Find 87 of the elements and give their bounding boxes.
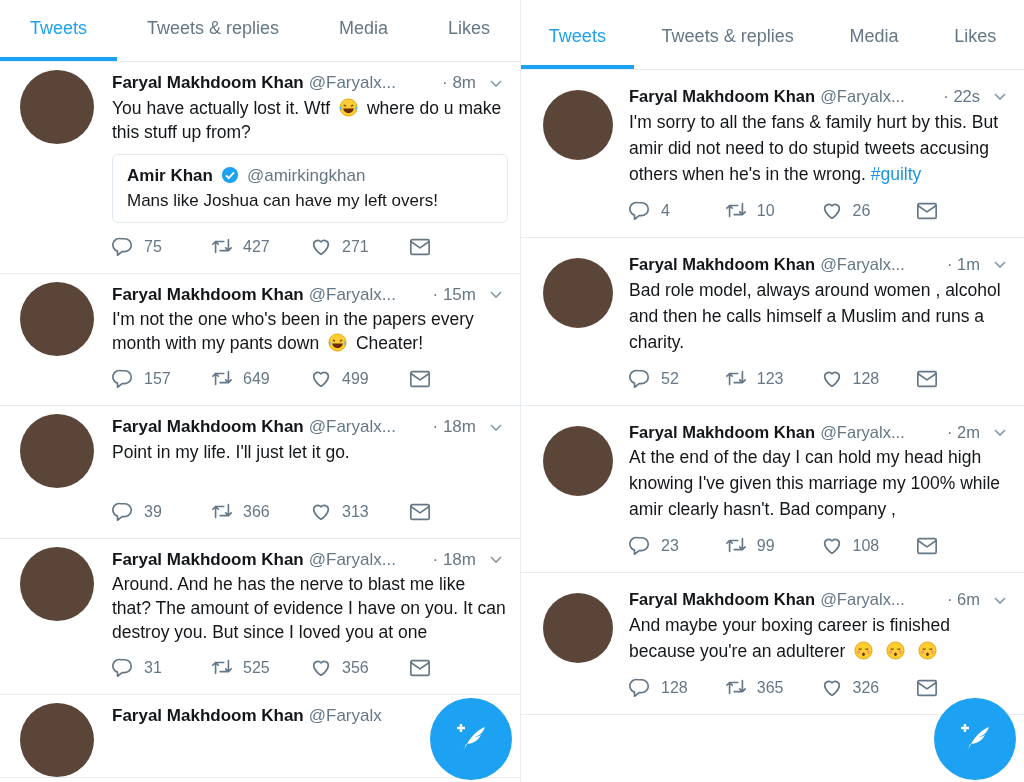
timestamp: · 2m (947, 421, 980, 443)
reply-button[interactable]: 31 (112, 656, 211, 680)
reply-button[interactable]: 75 (112, 234, 211, 259)
retweet-button[interactable]: 525 (211, 656, 310, 680)
author-name: Faryal Makhdoom Khan (112, 283, 304, 306)
tweet-text: I'm not the one who's been in the papers every month with my pants down Cheater! (112, 308, 475, 355)
envelope-icon (916, 677, 939, 699)
retweet-button[interactable]: 427 (211, 234, 310, 259)
like-button[interactable]: 128 (820, 366, 917, 391)
timestamp: · 15m (432, 283, 476, 306)
timestamp: · 18m (432, 416, 476, 438)
reply-button[interactable]: 157 (112, 367, 211, 391)
speech-bubble-icon (112, 235, 134, 258)
envelope-icon (409, 368, 431, 390)
quoted-tweet-card[interactable]: Amir Khan @amirkingkhan Mans like Joshua can have my left overs! (112, 153, 508, 223)
tweet-text: You have actually lost it. Wtf where do u make this stuff up from? (112, 96, 503, 144)
timestamp: · 1m (947, 253, 980, 275)
reply-button[interactable]: 52 (629, 366, 725, 391)
laughing-face-icon (328, 333, 348, 352)
tab[interactable]: Likes (418, 0, 520, 61)
like-button[interactable]: 108 (820, 534, 917, 559)
reply-button[interactable]: 128 (629, 676, 725, 700)
tab[interactable]: Tweets (521, 8, 634, 69)
author-handle: @Faryalx... (820, 86, 905, 107)
tweet-text: I'm sorry to all the fans & family hurt by this. But amir did not need to do stupid tweets accusing others when he's in the wrong. #guilty (629, 110, 1000, 186)
author-name: Faryal Makhdoom Khan (112, 72, 304, 94)
quoted-author-handle: @amirkingkhan (246, 164, 366, 187)
author-handle: @Faryalx... (820, 253, 905, 275)
tweet-text: At the end of the day I can hold my head high knowing I've given this marriage my 100% while amir clearly hasn't. Bad company , (629, 446, 1001, 522)
timestamp: · 6m (947, 589, 980, 611)
kissing-face-icon (854, 641, 874, 660)
like-button[interactable]: 26 (820, 198, 917, 223)
timestamp: · 22s (943, 86, 980, 107)
speech-bubble-icon (629, 367, 651, 390)
author-handle: @Faryalx... (820, 589, 905, 611)
reply-button[interactable]: 4 (629, 198, 725, 223)
tweet-text: Around. And he has the nerve to blast me like that? The amount of evidence I have on you. It can destroy you. But since I loved you at one (112, 573, 507, 644)
author-handle: @Faryalx... (308, 416, 396, 438)
timestamp: · 18m (432, 548, 476, 571)
speech-bubble-icon (629, 677, 651, 699)
author-name: Faryal Makhdoom Khan (112, 416, 304, 438)
tweet-text: And maybe your boxing career is finished because you're an adulterer (629, 614, 951, 663)
reply-button[interactable]: 39 (112, 499, 211, 524)
author-handle: @Faryalx... (308, 283, 396, 306)
author-name: Faryal Makhdoom Khan (629, 86, 816, 107)
speech-bubble-icon (112, 657, 134, 679)
quoted-tweet-text: Mans like Joshua can have my left overs! (127, 190, 439, 212)
like-button[interactable]: 499 (310, 367, 409, 391)
speech-bubble-icon (629, 199, 651, 222)
like-button[interactable]: 326 (820, 676, 917, 700)
retweet-button[interactable]: 10 (724, 198, 821, 223)
kissing-face-icon (918, 641, 938, 660)
hashtag-link[interactable]: #guilty (870, 163, 922, 184)
quoted-author-name: Amir Khan (127, 164, 213, 187)
tab[interactable]: Tweets & replies (117, 0, 310, 61)
retweet-button[interactable]: 123 (724, 366, 821, 391)
tab[interactable]: Likes (926, 8, 1024, 69)
author-name: Faryal Makhdoom Khan (112, 705, 304, 727)
timestamp: · 8m (442, 72, 476, 94)
author-handle: @Faryalx... (308, 72, 396, 94)
retweet-button[interactable]: 366 (211, 499, 310, 524)
reply-button[interactable]: 23 (629, 534, 725, 559)
tab[interactable]: Media (309, 0, 419, 61)
laughing-face-icon (339, 97, 359, 117)
tweet-text: Point in my life. I'll just let it go. (112, 440, 351, 464)
tab[interactable]: Media (821, 8, 927, 69)
author-handle: @Faryalx (308, 705, 382, 727)
tab[interactable]: Tweets (0, 0, 117, 61)
tab[interactable]: Tweets & replies (633, 8, 822, 69)
retweet-button[interactable]: 649 (211, 367, 310, 391)
author-name: Faryal Makhdoom Khan (629, 421, 816, 443)
like-button[interactable]: 356 (310, 656, 409, 680)
author-name: Faryal Makhdoom Khan (629, 589, 816, 611)
envelope-icon (409, 657, 431, 679)
author-handle: @Faryalx... (308, 548, 396, 571)
retweet-button[interactable]: 99 (724, 534, 821, 559)
speech-bubble-icon (629, 535, 651, 558)
speech-bubble-icon (112, 368, 134, 390)
speech-bubble-icon (112, 500, 134, 523)
like-button[interactable]: 313 (310, 499, 409, 524)
retweet-button[interactable]: 365 (724, 676, 821, 700)
tweet-text: Bad role model, always around women , alcohol and then he calls himself a Muslim and runs a charity. (629, 278, 1002, 354)
like-button[interactable]: 271 (310, 234, 409, 259)
author-name: Faryal Makhdoom Khan (112, 548, 304, 571)
kissing-face-icon (886, 641, 906, 660)
author-handle: @Faryalx... (820, 421, 905, 443)
author-name: Faryal Makhdoom Khan (629, 253, 816, 275)
